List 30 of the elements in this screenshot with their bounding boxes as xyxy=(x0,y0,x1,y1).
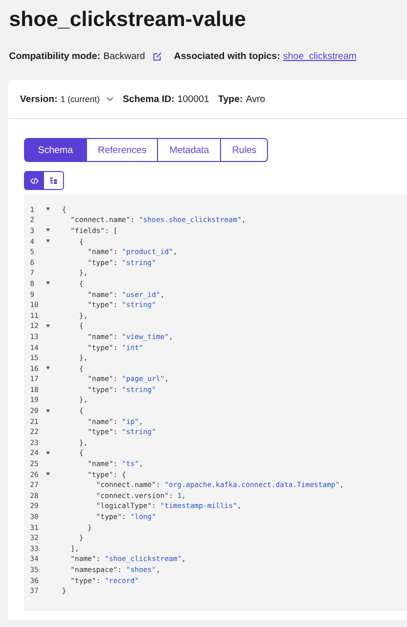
fold-icon[interactable] xyxy=(46,228,50,232)
tab[interactable]: Schema xyxy=(24,138,87,162)
tab[interactable]: References xyxy=(86,138,158,162)
fold-icon[interactable] xyxy=(46,239,50,244)
meta-value: 100001 xyxy=(177,94,210,104)
meta-label: Type: xyxy=(218,94,243,104)
caret-icon[interactable] xyxy=(106,96,114,102)
page-title: shoe_clickstream-value xyxy=(8,7,247,33)
fold-icon[interactable] xyxy=(46,366,50,370)
fold-icon[interactable] xyxy=(46,472,50,476)
fold-icon[interactable] xyxy=(46,450,50,455)
topic-link[interactable]: shoe_clickstream xyxy=(283,51,357,62)
fold-icon[interactable] xyxy=(46,408,50,413)
fold-icon[interactable] xyxy=(46,281,50,286)
view-toggle-button[interactable] xyxy=(24,171,44,190)
info-value: Backward xyxy=(103,51,146,62)
edit-icon[interactable] xyxy=(153,52,162,61)
info-label: Associated with topics: xyxy=(174,51,280,62)
meta-label: Schema ID: xyxy=(122,94,174,104)
tab[interactable]: Rules xyxy=(221,138,268,162)
version-dropdown[interactable]: 1 (current) xyxy=(60,94,100,104)
meta-value: Avro xyxy=(246,94,266,104)
info-label: Compatibility mode: xyxy=(9,51,100,62)
fold-icon[interactable] xyxy=(46,324,50,328)
tab[interactable]: Metadata xyxy=(158,138,222,162)
meta-label: Version: xyxy=(20,94,58,104)
view-toggle-button[interactable] xyxy=(44,171,64,190)
fold-icon[interactable] xyxy=(46,207,50,212)
code-icon xyxy=(30,176,38,184)
tree-icon xyxy=(49,176,58,184)
